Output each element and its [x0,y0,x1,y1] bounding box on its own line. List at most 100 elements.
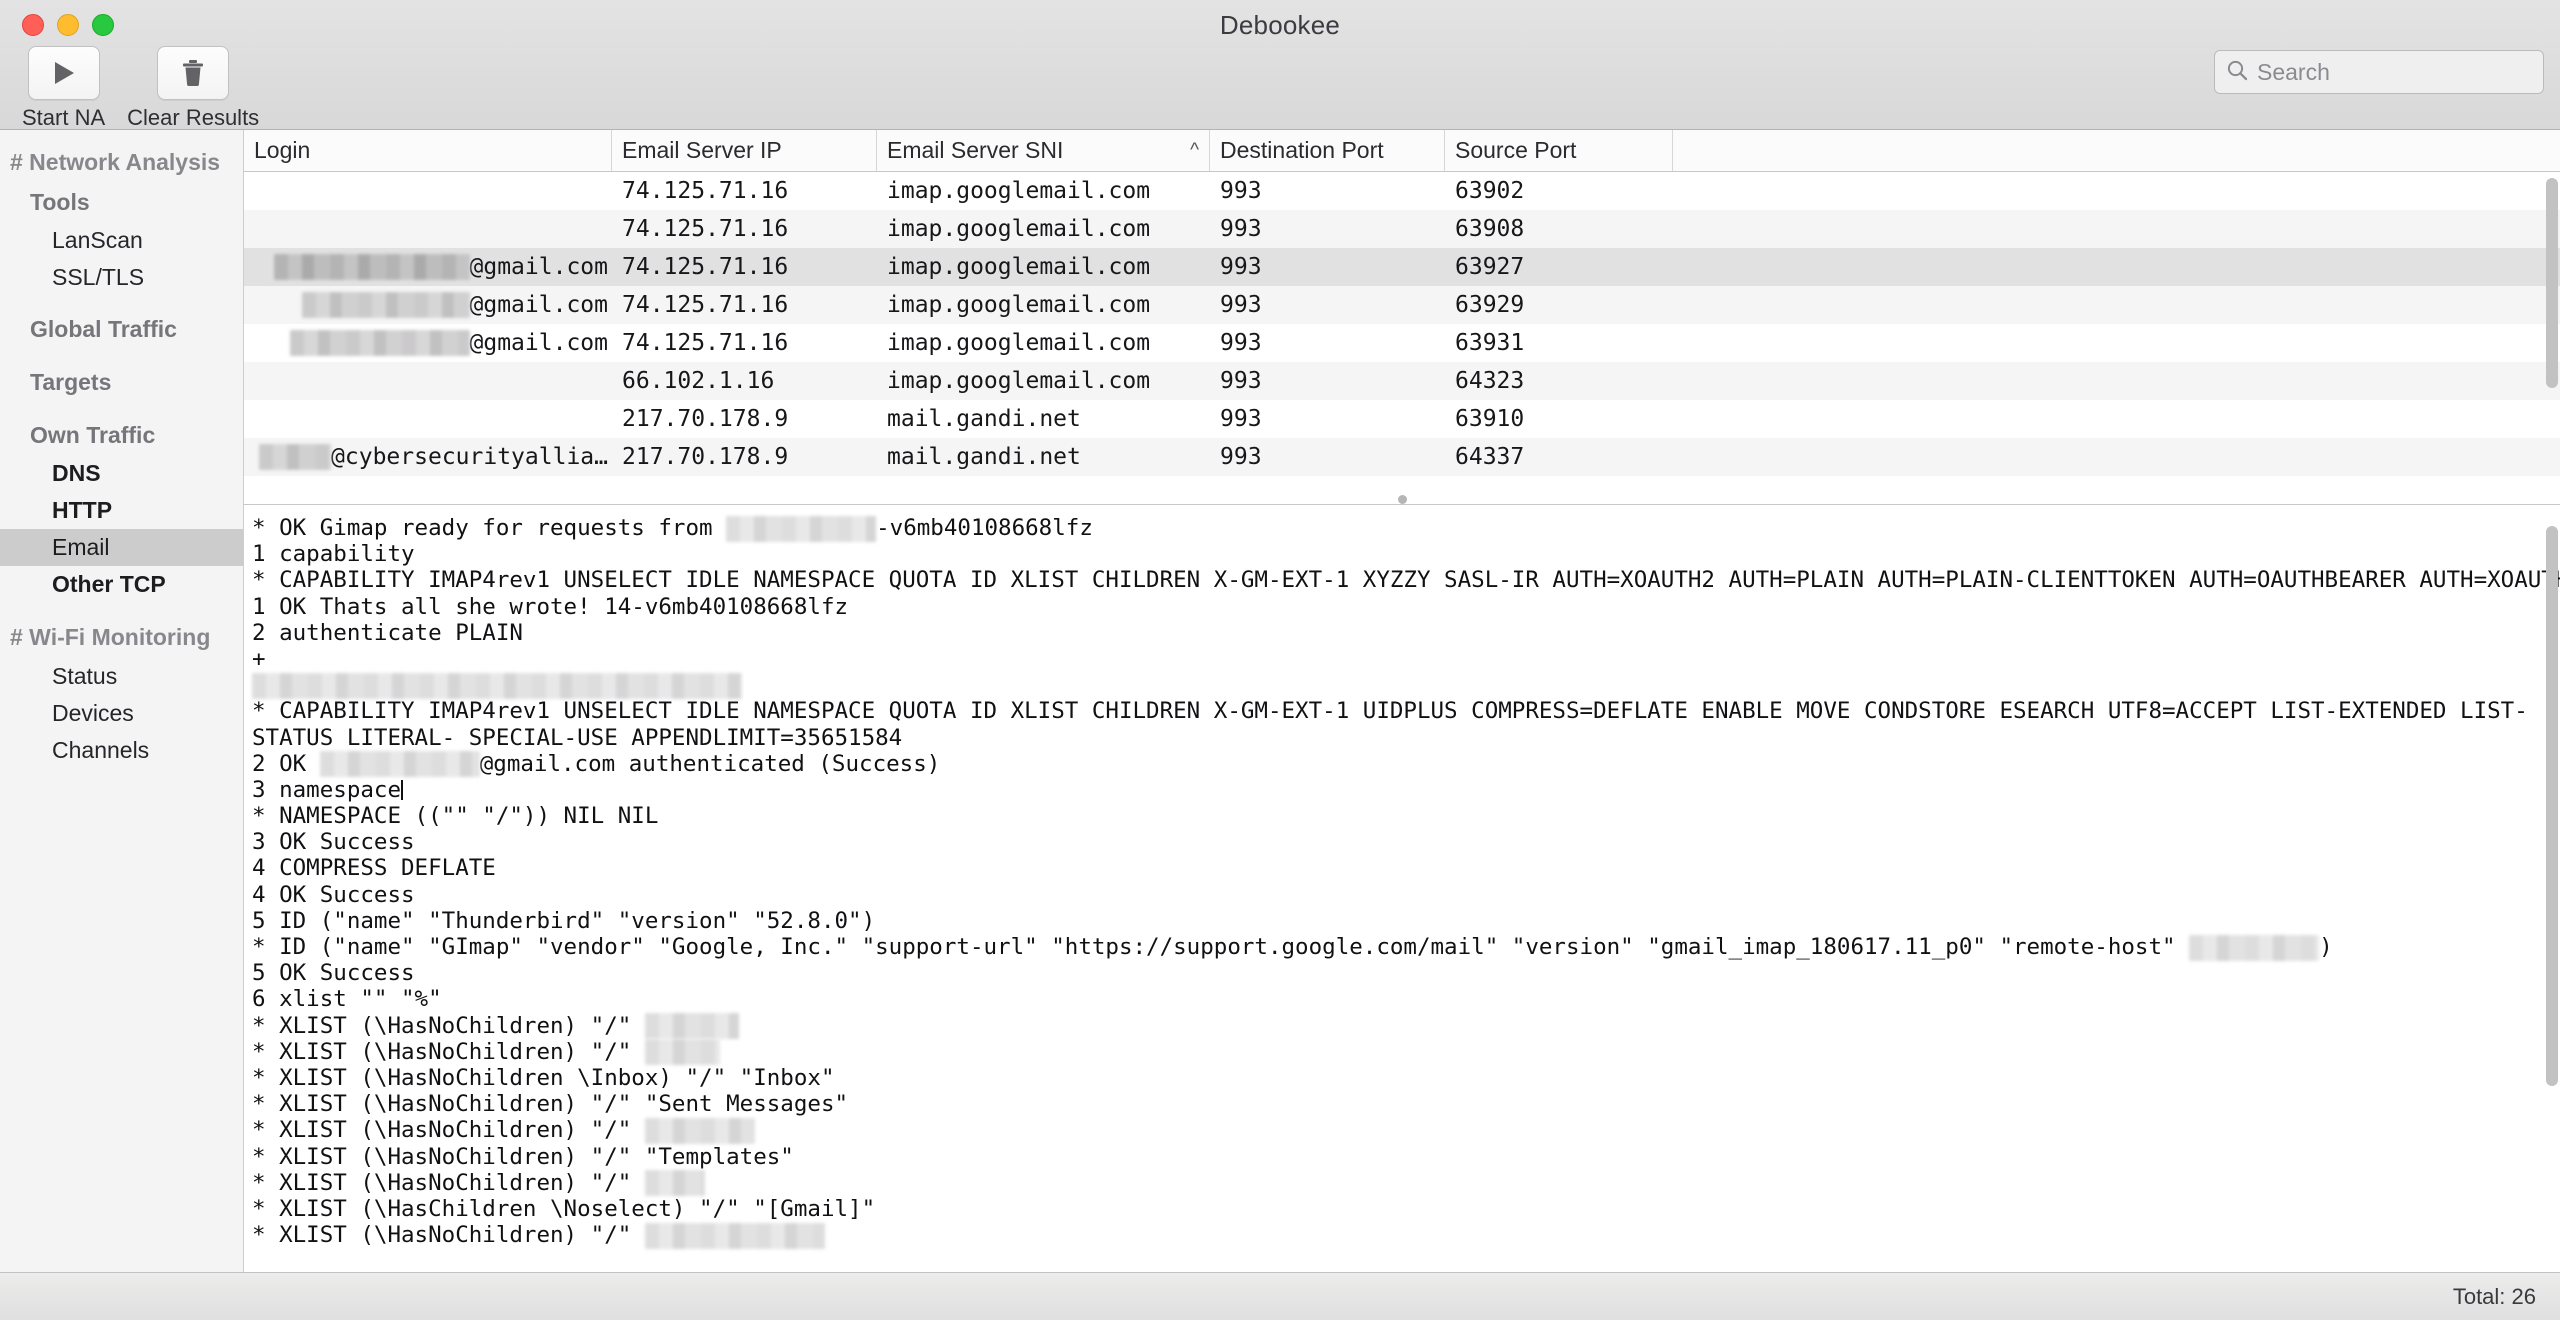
sidebar-item-status[interactable]: Status [0,658,243,695]
table-column-header-login[interactable]: Login [244,130,612,171]
splitter-grip[interactable] [1397,494,1407,504]
cell-login [244,172,612,210]
cell-server-sni: imap.googlemail.com [887,368,1151,394]
sidebar-group-targets[interactable]: Targets [0,363,243,402]
pane-splitter[interactable] [244,493,2560,505]
search-box[interactable] [2214,50,2544,94]
sidebar-section-header: # Wi-Fi Monitoring [10,624,211,650]
text-cursor [401,779,404,800]
log-line: * XLIST (\HasNoChildren) "/" [252,1117,2560,1144]
sidebar-group-own-traffic[interactable]: Own Traffic [0,416,243,455]
log-line: 2 authenticate PLAIN [252,620,2560,646]
table-column-header-dport[interactable]: Destination Port [1210,130,1445,171]
log-line: * ID ("name" "GImap" "vendor" "Google, I… [252,934,2560,961]
redacted-text-icon [252,672,742,699]
table-scrollbar[interactable] [2546,176,2558,496]
table-scrollbar-thumb[interactable] [2546,178,2558,388]
log-line: * XLIST (\HasNoChildren) "/" [252,1039,2560,1066]
log-line: * CAPABILITY IMAP4rev1 UNSELECT IDLE NAM… [252,567,2560,593]
log-text: @gmail.com authenticated (Success) [479,750,941,777]
cell-source-port: 63931 [1455,330,1525,356]
table-column-header-sport[interactable]: Source Port [1445,130,1673,171]
sidebar-item-http[interactable]: HTTP [0,492,243,529]
table-row[interactable]: 74.125.71.16 imap.googlemail.com 993 63902 [244,172,2560,210]
cell-spacer [1673,172,2560,210]
log-text: 6 xlist "" "%" [252,986,442,1013]
redacted-text-icon [644,1170,705,1197]
log-text: * OK Gimap ready for requests from [252,515,727,541]
start-na-button[interactable] [27,46,100,100]
redacted-login-icon [259,444,332,470]
sidebar-item-dns[interactable]: DNS [0,455,243,492]
log-text: * ID ("name" "GImap" "vendor" "Google, I… [252,934,2190,960]
cell-destination-port: 993 [1220,178,1262,204]
cell-login [244,362,612,400]
sidebar-item-channels[interactable]: Channels [0,732,243,769]
sidebar[interactable]: # Network Analysis Tools LanScan SSL/TLS Glo… [0,130,244,1272]
log-text: STATUS LITERAL- SPECIAL-USE APPENDLIMIT=… [252,724,903,751]
cell-server-sni: imap.googlemail.com [887,178,1151,204]
redacted-login-icon [289,330,470,356]
clear-results-control[interactable]: Clear Results [127,46,259,131]
table-row[interactable]: @gmail.com 74.125.71.16 imap.googlemail.co… [244,324,2560,362]
log-line: 1 OK Thats all she wrote! 14-v6mb4010866… [252,594,2560,620]
sidebar-group-global-traffic[interactable]: Global Traffic [0,310,243,349]
cell-server-ip: 74.125.71.16 [622,254,789,280]
sidebar-item-ssl-tls[interactable]: SSL/TLS [0,259,243,296]
log-text: 2 OK [252,750,320,777]
sidebar-group-tools[interactable]: Tools [0,183,243,222]
protocol-log[interactable]: * OK Gimap ready for requests from -v6mb… [244,505,2560,1272]
sidebar-item-email[interactable]: Email [0,529,243,566]
table-row[interactable]: 74.125.71.16 imap.googlemail.com 993 63908 [244,210,2560,248]
log-line: 1 capability [252,541,2560,567]
table-header-row: Login Email Server IP Email Server SNI ^ Des… [244,130,2560,172]
clear-results-button[interactable] [157,46,230,100]
table-column-header-sni[interactable]: Email Server SNI ^ [877,130,1210,171]
redacted-login-icon [273,254,470,280]
table-row[interactable]: 66.102.1.16 imap.googlemail.com 993 64323 [244,362,2560,400]
redacted-text-icon [726,515,877,542]
cell-server-ip: 74.125.71.16 [622,292,789,318]
log-line: 3 OK Success [252,829,2560,855]
cell-login [244,210,612,248]
table-row[interactable]: @gmail.com 74.125.71.16 imap.googlemail.co… [244,286,2560,324]
log-text: 2 authenticate PLAIN [252,619,523,646]
redacted-text-icon [644,1222,825,1249]
sidebar-item-other-tcp[interactable]: Other TCP [0,566,243,603]
redacted-text-icon [644,1117,755,1144]
cell-source-port: 63910 [1455,406,1525,432]
table-row[interactable]: @gmail.com 74.125.71.16 imap.googlemail.co… [244,248,2560,286]
search-input[interactable] [2257,58,2533,86]
sidebar-item-lanscan[interactable]: LanScan [0,222,243,259]
log-text: 1 OK Thats all she wrote! 14-v6mb4010866… [252,593,849,620]
cell-server-ip: 74.125.71.16 [622,178,789,204]
log-text: 4 OK Success [252,881,415,908]
cell-login [244,400,612,438]
log-scrollbar[interactable] [2546,522,2558,1320]
start-na-control[interactable]: Start NA [22,46,105,131]
redacted-text-icon [2189,934,2320,961]
log-text: 3 namespace [252,776,402,803]
app-body: # Network Analysis Tools LanScan SSL/TLS Glo… [0,130,2560,1272]
sort-ascending-icon: ^ [1190,139,1199,161]
table-column-header-ip[interactable]: Email Server IP [612,130,877,171]
log-scrollbar-thumb[interactable] [2546,526,2558,1086]
cell-spacer [1673,324,2560,362]
table-row[interactable]: @cybersecurityallia… 217.70.178.9 mail.gan… [244,438,2560,476]
log-line: * XLIST (\HasNoChildren \Inbox) "/" "Inb… [252,1065,2560,1091]
column-label: Source Port [1455,137,1577,163]
log-text: * XLIST (\HasNoChildren \Inbox) "/" "Inb… [252,1064,835,1091]
redacted-text-icon [644,1013,739,1040]
cell-spacer [1673,438,2560,476]
start-na-label: Start NA [22,105,106,130]
table-body[interactable]: 74.125.71.16 imap.googlemail.com 993 63902 7… [244,172,2560,504]
sidebar-item-devices[interactable]: Devices [0,695,243,732]
cell-server-sni: imap.googlemail.com [887,216,1151,242]
table-row[interactable]: 217.70.178.9 mail.gandi.net 993 63910 [244,400,2560,438]
cell-source-port: 64323 [1455,368,1525,394]
cell-source-port: 63929 [1455,292,1525,318]
sidebar-section-header: # Network Analysis [10,149,221,175]
cell-destination-port: 993 [1220,254,1262,280]
